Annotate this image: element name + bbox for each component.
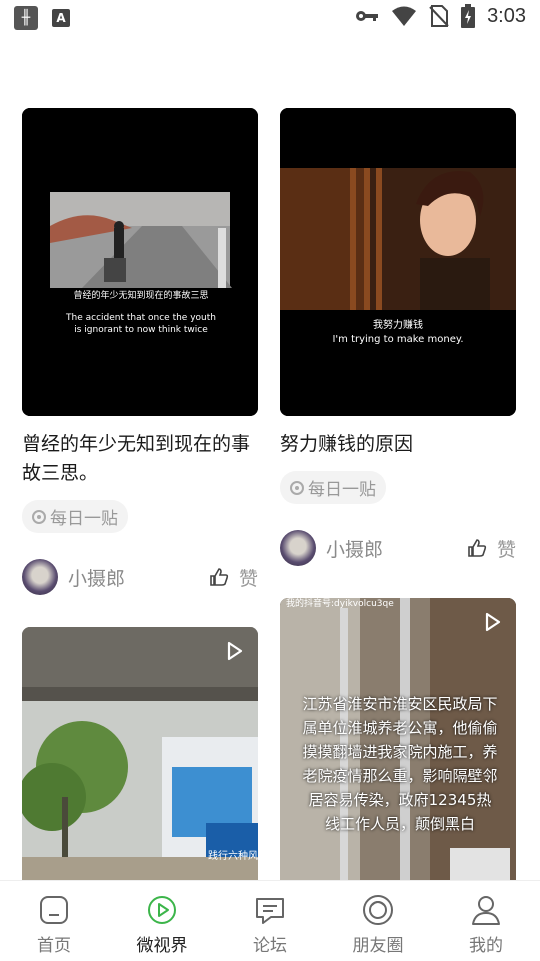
nav-item-home[interactable]: 首页	[0, 881, 108, 961]
tag-label: 每日一贴	[308, 480, 376, 500]
tag-label: 每日一贴	[50, 509, 118, 529]
play-icon	[485, 612, 501, 632]
card-title[interactable]: 曾经的年少无知到现在的事故三思。	[22, 430, 258, 488]
nav-item-forum[interactable]: 论坛	[216, 881, 324, 961]
topic-icon	[290, 480, 304, 495]
feed-column-left: 曾经的年少无知到现在的事故三思 The accident that once t…	[22, 108, 258, 880]
status-bar: ╫ A 3:03	[0, 0, 540, 36]
bottom-navigation: 首页 微视界 论坛 朋友圈 我的	[0, 880, 540, 961]
video-thumbnail[interactable]: 践行六种风	[22, 627, 258, 880]
like-button[interactable]: 赞	[467, 535, 516, 562]
nav-item-micro-vision[interactable]: 微视界	[108, 881, 216, 961]
a-notification-icon: A	[52, 9, 70, 27]
no-sim-icon	[429, 5, 449, 27]
card-title[interactable]: 努力赚钱的原因	[280, 430, 516, 459]
douyin-id-text: 我的抖音号:dyikvolcu3qe	[286, 599, 394, 609]
battery-charging-icon	[461, 4, 476, 28]
road-scene-image	[22, 108, 258, 416]
feed-column-right: 我努力赚钱 I'm trying to make money. 努力赚钱的原因 …	[280, 108, 516, 880]
gate-scene-image	[22, 627, 258, 880]
home-icon	[40, 896, 68, 924]
video-card[interactable]: 践行六种风	[22, 627, 258, 880]
app-logo-icon: ╫	[14, 6, 38, 30]
nav-item-profile[interactable]: 我的	[432, 881, 540, 961]
video-card[interactable]: 曾经的年少无知到现在的事故三思 The accident that once t…	[22, 108, 258, 595]
video-feed[interactable]: 曾经的年少无知到现在的事故三思 The accident that once t…	[0, 108, 540, 880]
card-meta: 小摄郎 赞	[280, 530, 516, 566]
topic-tag[interactable]: 每日一贴	[280, 471, 386, 504]
video-thumbnail[interactable]: 我的抖音号:dyikvolcu3qe 江苏省淮安市淮安区民政局下属单位淮城养老公…	[280, 598, 516, 880]
like-label: 赞	[238, 567, 258, 590]
video-subtitle-cn: 我努力赚钱	[373, 320, 423, 331]
video-overlay-text: 江苏省淮安市淮安区民政局下属单位淮城养老公寓，他偷偷摸摸翻墙进我家院内施工，养老…	[302, 695, 498, 833]
clock: 3:03	[487, 4, 526, 27]
moments-icon	[363, 895, 393, 925]
profile-icon	[472, 896, 500, 925]
key-icon	[356, 11, 379, 21]
thumbs-up-icon	[210, 568, 229, 586]
avatar[interactable]	[280, 530, 316, 566]
video-subtitle-en: The accident that once the youth is igno…	[66, 313, 216, 335]
thumbs-up-icon	[468, 539, 487, 557]
nav-label: 论坛	[253, 936, 287, 956]
avatar[interactable]	[22, 559, 58, 595]
author-name[interactable]: 小摄郎	[326, 535, 467, 562]
video-card[interactable]: 我努力赚钱 I'm trying to make money. 努力赚钱的原因 …	[280, 108, 516, 566]
play-icon	[227, 641, 243, 661]
video-card[interactable]: 我的抖音号:dyikvolcu3qe 江苏省淮安市淮安区民政局下属单位淮城养老公…	[280, 598, 516, 880]
wifi-icon	[392, 6, 417, 26]
card-meta: 小摄郎 赞	[22, 559, 258, 595]
video-subtitle-en: I'm trying to make money.	[332, 334, 464, 345]
video-thumbnail[interactable]: 曾经的年少无知到现在的事故三思 The accident that once t…	[22, 108, 258, 416]
topic-tag[interactable]: 每日一贴	[22, 500, 128, 533]
video-subtitle-cn: 曾经的年少无知到现在的事故三思	[73, 291, 209, 301]
nav-label: 微视界	[136, 936, 188, 956]
nav-label: 首页	[37, 936, 71, 956]
forum-chat-icon	[256, 898, 284, 924]
sign-text: 践行六种风	[208, 851, 258, 862]
author-name[interactable]: 小摄郎	[68, 564, 209, 591]
nav-item-moments[interactable]: 朋友圈	[324, 881, 432, 961]
topic-icon	[32, 509, 46, 524]
nav-label: 朋友圈	[352, 936, 404, 956]
like-button[interactable]: 赞	[209, 564, 258, 591]
nav-label: 我的	[469, 936, 503, 956]
video-thumbnail[interactable]: 我努力赚钱 I'm trying to make money.	[280, 108, 516, 416]
portrait-scene-image	[280, 108, 516, 416]
play-circle-icon	[148, 896, 176, 924]
like-label: 赞	[496, 538, 516, 561]
